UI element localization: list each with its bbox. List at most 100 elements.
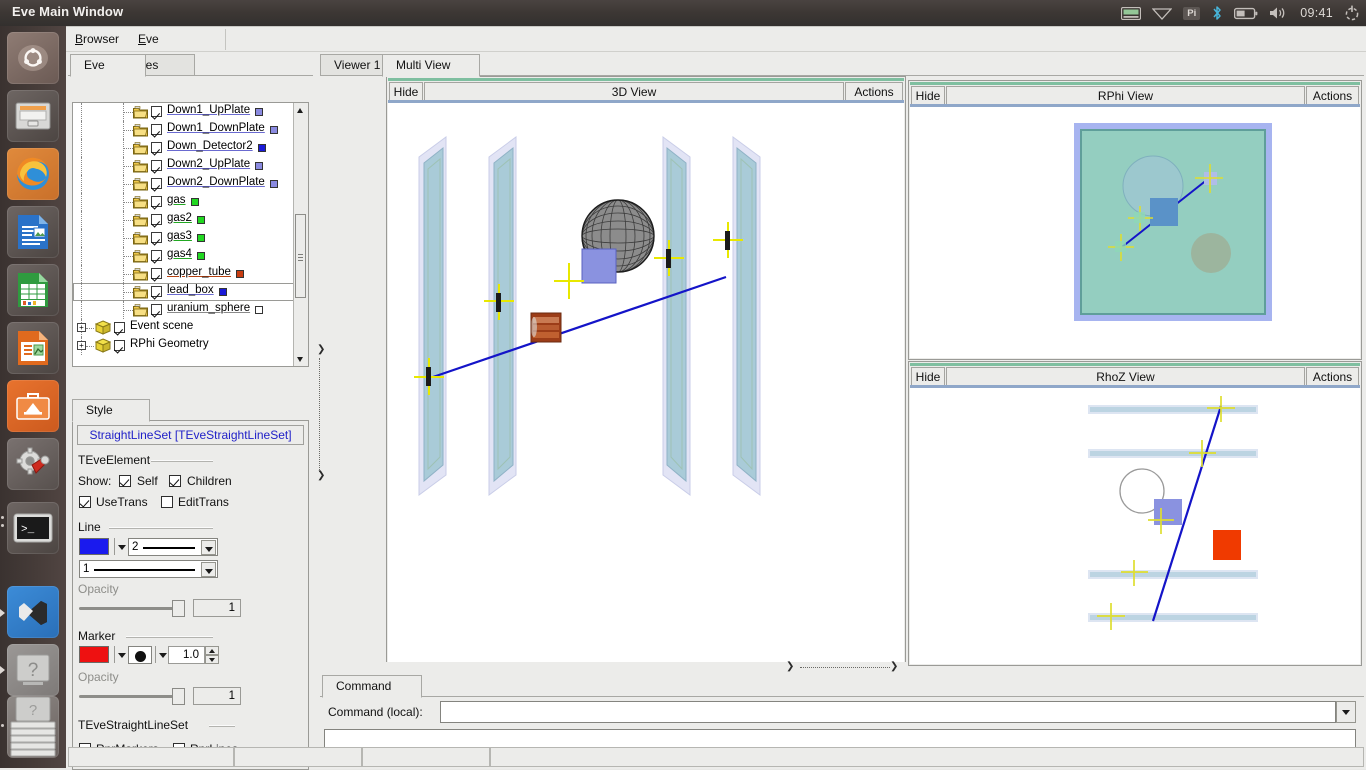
tree-item-checkbox[interactable] [151, 250, 162, 261]
show-self-checkbox[interactable] [119, 475, 131, 487]
battery-icon[interactable] [1234, 7, 1258, 20]
tree-row[interactable]: Down2_UpPlate [73, 157, 308, 175]
tree-item-checkbox[interactable] [114, 322, 125, 333]
tree-scrollbar[interactable] [293, 103, 308, 366]
scrollbar-thumb[interactable] [295, 214, 306, 298]
scroll-down-button[interactable] [294, 352, 307, 366]
marker-opacity-value[interactable]: 1 [193, 687, 241, 705]
show-children-checkbox[interactable] [169, 475, 181, 487]
line-color-swatch[interactable] [79, 538, 109, 555]
edittrans-checkbox[interactable] [161, 496, 173, 508]
view-3d-canvas[interactable] [388, 103, 904, 664]
tree-item-label[interactable]: RPhi Geometry [130, 338, 209, 350]
marker-size-value[interactable]: 1.0 [168, 646, 205, 664]
tree-row[interactable]: gas4 [73, 247, 308, 265]
tree-item-label[interactable]: Down1_UpPlate [167, 104, 250, 116]
tree-item-label[interactable]: gas2 [167, 212, 192, 224]
tree-row[interactable]: uranium_sphere [73, 301, 308, 319]
tree-item-checkbox[interactable] [151, 142, 162, 153]
line-style-combo[interactable]: 1 [79, 560, 218, 578]
terminal-icon[interactable]: >_ [7, 502, 59, 554]
tree-item-color-swatch[interactable] [191, 198, 199, 206]
view-rhoz-canvas[interactable] [910, 388, 1360, 664]
firefox-icon[interactable] [7, 148, 59, 200]
tab-command[interactable]: Command [322, 675, 422, 698]
tree-row[interactable]: gas [73, 193, 308, 211]
tree-item-color-swatch[interactable] [197, 234, 205, 242]
keyboard-icon[interactable] [1121, 6, 1142, 20]
tree-row[interactable]: copper_tube [73, 265, 308, 283]
tab-eve[interactable]: Eve [70, 54, 146, 77]
vscode-icon[interactable] [7, 586, 59, 638]
tree-item-color-swatch[interactable] [197, 252, 205, 260]
menu-browser[interactable]: Browser [68, 31, 126, 48]
view-rhoz-hide-button[interactable]: Hide [911, 367, 945, 386]
files-icon[interactable] [7, 90, 59, 142]
tree-item-color-swatch[interactable] [270, 126, 278, 134]
bluetooth-icon[interactable] [1211, 5, 1223, 21]
tree-item-color-swatch[interactable] [255, 306, 263, 314]
splitter-collapse-up-icon[interactable]: ❯ [786, 662, 794, 672]
tree-item-label[interactable]: Down1_DownPlate [167, 122, 265, 134]
marker-color-dropdown-arrow[interactable] [118, 653, 126, 658]
tree-item-checkbox[interactable] [151, 124, 162, 135]
marker-shape-dropdown-arrow[interactable] [159, 653, 167, 658]
tree-item-color-swatch[interactable] [197, 216, 205, 224]
tab-multi-view[interactable]: Multi View [382, 54, 480, 77]
tree-item-checkbox[interactable] [151, 304, 162, 315]
tree-row[interactable]: Down1_DownPlate [73, 121, 308, 139]
tree-row[interactable]: Down_Detector2 [73, 139, 308, 157]
tree-item-label[interactable]: Down_Detector2 [167, 140, 253, 152]
marker-size-spin-up[interactable] [205, 646, 219, 655]
volume-icon[interactable] [1269, 6, 1289, 20]
selected-object-button[interactable]: StraightLineSet [TEveStraightLineSet] [77, 425, 304, 445]
system-settings-icon[interactable] [7, 438, 59, 490]
tree-item-checkbox[interactable] [151, 160, 162, 171]
tree-item-label[interactable]: Down2_DownPlate [167, 176, 265, 188]
tree-row[interactable]: lead_box [73, 283, 308, 301]
input-method-indicator[interactable]: Pi [1183, 6, 1201, 20]
tree-item-label[interactable]: Down2_UpPlate [167, 158, 250, 170]
libreoffice-calc-icon[interactable] [7, 264, 59, 316]
tree-item-checkbox[interactable] [151, 286, 162, 297]
tree-item-color-swatch[interactable] [258, 144, 266, 152]
tree-expander-icon[interactable]: + [77, 341, 86, 350]
eve-object-tree[interactable]: Down1_UpPlate Down1_DownPlate Down_Detecto… [72, 102, 309, 367]
line-opacity-slider-track[interactable] [79, 607, 185, 610]
command-history-dropdown[interactable] [1336, 701, 1356, 723]
marker-size-spin-down[interactable] [205, 655, 219, 664]
tree-item-label[interactable]: gas4 [167, 248, 192, 260]
ubuntu-dash-icon[interactable] [7, 32, 59, 84]
libreoffice-impress-icon[interactable] [7, 322, 59, 374]
marker-color-swatch[interactable] [79, 646, 109, 663]
ubuntu-software-icon[interactable] [7, 380, 59, 432]
tree-item-checkbox[interactable] [151, 232, 162, 243]
tree-item-color-swatch[interactable] [270, 180, 278, 188]
view-rphi-hide-button[interactable]: Hide [911, 86, 945, 105]
workspace-switcher-icon[interactable]: ? [7, 696, 59, 758]
tree-item-label[interactable]: copper_tube [167, 266, 231, 278]
tree-item-checkbox[interactable] [151, 268, 162, 279]
view-3d-actions-button[interactable]: Actions [845, 82, 903, 101]
splitter-collapse-down-icon[interactable]: ❯ [890, 662, 898, 672]
tree-item-checkbox[interactable] [151, 106, 162, 117]
line-width-dropdown-button[interactable] [201, 540, 216, 555]
tree-item-label[interactable]: gas [167, 194, 186, 206]
tree-row[interactable]: gas3 [73, 229, 308, 247]
help-icon[interactable]: ? [7, 644, 59, 696]
power-icon[interactable] [1344, 5, 1360, 21]
tree-item-color-swatch[interactable] [236, 270, 244, 278]
view-rphi-canvas[interactable] [910, 107, 1360, 358]
marker-shape-combo[interactable] [128, 646, 152, 664]
command-input[interactable] [440, 701, 1336, 723]
tree-row[interactable]: + Event scene [73, 319, 308, 337]
tree-row[interactable]: Down1_UpPlate [73, 103, 308, 121]
view-3d-hide-button[interactable]: Hide [389, 82, 423, 101]
wifi-icon[interactable] [1152, 7, 1173, 20]
tree-item-checkbox[interactable] [151, 196, 162, 207]
libreoffice-writer-icon[interactable] [7, 206, 59, 258]
tree-item-label[interactable]: uranium_sphere [167, 302, 250, 314]
tree-item-checkbox[interactable] [151, 178, 162, 189]
tree-row[interactable]: Down2_DownPlate [73, 175, 308, 193]
line-opacity-value[interactable]: 1 [193, 599, 241, 617]
